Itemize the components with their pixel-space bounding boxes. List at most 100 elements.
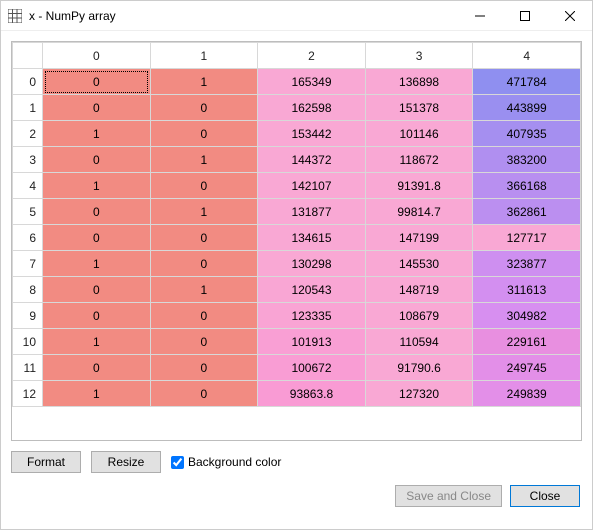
table-row: 600134615147199127717 bbox=[13, 225, 581, 251]
table-cell[interactable]: 0 bbox=[43, 355, 151, 381]
table-cell[interactable]: 1 bbox=[43, 173, 151, 199]
row-header[interactable]: 12 bbox=[13, 381, 43, 407]
table-cell[interactable]: 120543 bbox=[258, 277, 366, 303]
close-window-button[interactable] bbox=[547, 1, 592, 31]
array-table[interactable]: 01234 0011653491368984717841001625981513… bbox=[12, 42, 581, 407]
row-header[interactable]: 11 bbox=[13, 355, 43, 381]
table-cell[interactable]: 147199 bbox=[365, 225, 473, 251]
table-row: 121093863.8127320249839 bbox=[13, 381, 581, 407]
table-cell[interactable]: 0 bbox=[150, 329, 258, 355]
row-header[interactable]: 3 bbox=[13, 147, 43, 173]
table-cell[interactable]: 0 bbox=[150, 225, 258, 251]
table-cell[interactable]: 0 bbox=[150, 251, 258, 277]
table-cell[interactable]: 144372 bbox=[258, 147, 366, 173]
table-cell[interactable]: 136898 bbox=[365, 69, 473, 95]
maximize-button[interactable] bbox=[502, 1, 547, 31]
table-row: 301144372118672383200 bbox=[13, 147, 581, 173]
table-cell[interactable]: 0 bbox=[43, 303, 151, 329]
table-cell[interactable]: 249745 bbox=[473, 355, 581, 381]
dialog-buttons: Save and Close Close bbox=[1, 479, 592, 517]
table-cell[interactable]: 323877 bbox=[473, 251, 581, 277]
table-cell[interactable]: 249839 bbox=[473, 381, 581, 407]
table-cell[interactable]: 145530 bbox=[365, 251, 473, 277]
table-cell[interactable]: 383200 bbox=[473, 147, 581, 173]
table-cell[interactable]: 110594 bbox=[365, 329, 473, 355]
table-cell[interactable]: 153442 bbox=[258, 121, 366, 147]
table-cell[interactable]: 1 bbox=[150, 69, 258, 95]
table-cell[interactable]: 127320 bbox=[365, 381, 473, 407]
table-cell[interactable]: 165349 bbox=[258, 69, 366, 95]
table-cell[interactable]: 151378 bbox=[365, 95, 473, 121]
table-cell[interactable]: 0 bbox=[150, 121, 258, 147]
table-cell[interactable]: 0 bbox=[150, 173, 258, 199]
table-cell[interactable]: 229161 bbox=[473, 329, 581, 355]
table-cell[interactable]: 1 bbox=[150, 277, 258, 303]
table-cell[interactable]: 100672 bbox=[258, 355, 366, 381]
table-cell[interactable]: 304982 bbox=[473, 303, 581, 329]
row-header[interactable]: 5 bbox=[13, 199, 43, 225]
table-cell[interactable]: 101913 bbox=[258, 329, 366, 355]
array-table-scroll[interactable]: 01234 0011653491368984717841001625981513… bbox=[12, 42, 581, 440]
table-cell[interactable]: 142107 bbox=[258, 173, 366, 199]
table-cell[interactable]: 101146 bbox=[365, 121, 473, 147]
table-cell[interactable]: 1 bbox=[150, 147, 258, 173]
row-header[interactable]: 10 bbox=[13, 329, 43, 355]
table-cell[interactable]: 1 bbox=[43, 329, 151, 355]
toolbar: Format Resize Background color bbox=[11, 451, 582, 473]
table-cell[interactable]: 108679 bbox=[365, 303, 473, 329]
table-cell[interactable]: 127717 bbox=[473, 225, 581, 251]
table-cell[interactable]: 1 bbox=[43, 121, 151, 147]
table-cell[interactable]: 131877 bbox=[258, 199, 366, 225]
column-header[interactable]: 4 bbox=[473, 43, 581, 69]
row-header[interactable]: 6 bbox=[13, 225, 43, 251]
background-color-checkbox[interactable]: Background color bbox=[171, 455, 281, 469]
background-color-checkbox-input[interactable] bbox=[171, 456, 184, 469]
table-cell[interactable]: 471784 bbox=[473, 69, 581, 95]
row-header[interactable]: 9 bbox=[13, 303, 43, 329]
table-cell[interactable]: 0 bbox=[43, 147, 151, 173]
table-cell[interactable]: 0 bbox=[150, 303, 258, 329]
table-cell[interactable]: 0 bbox=[43, 225, 151, 251]
close-button[interactable]: Close bbox=[510, 485, 580, 507]
row-header[interactable]: 0 bbox=[13, 69, 43, 95]
table-cell[interactable]: 0 bbox=[43, 199, 151, 225]
table-cell[interactable]: 134615 bbox=[258, 225, 366, 251]
table-cell[interactable]: 91391.8 bbox=[365, 173, 473, 199]
table-cell[interactable]: 1 bbox=[43, 381, 151, 407]
table-cell[interactable]: 0 bbox=[43, 95, 151, 121]
table-cell[interactable]: 99814.7 bbox=[365, 199, 473, 225]
table-cell[interactable]: 0 bbox=[150, 355, 258, 381]
row-header[interactable]: 8 bbox=[13, 277, 43, 303]
table-cell[interactable]: 93863.8 bbox=[258, 381, 366, 407]
table-cell[interactable]: 1 bbox=[150, 199, 258, 225]
table-cell[interactable]: 1 bbox=[43, 251, 151, 277]
row-header[interactable]: 4 bbox=[13, 173, 43, 199]
table-cell[interactable]: 0 bbox=[43, 69, 151, 95]
table-cell[interactable]: 162598 bbox=[258, 95, 366, 121]
table-cell[interactable]: 407935 bbox=[473, 121, 581, 147]
table-cell[interactable]: 362861 bbox=[473, 199, 581, 225]
table-cell[interactable]: 443899 bbox=[473, 95, 581, 121]
table-cell[interactable]: 118672 bbox=[365, 147, 473, 173]
resize-button[interactable]: Resize bbox=[91, 451, 161, 473]
minimize-button[interactable] bbox=[457, 1, 502, 31]
column-header[interactable]: 3 bbox=[365, 43, 473, 69]
row-header[interactable]: 1 bbox=[13, 95, 43, 121]
table-cell[interactable]: 130298 bbox=[258, 251, 366, 277]
table-cell[interactable]: 0 bbox=[150, 95, 258, 121]
column-header[interactable]: 2 bbox=[258, 43, 366, 69]
table-row: 210153442101146407935 bbox=[13, 121, 581, 147]
table-cell[interactable]: 0 bbox=[43, 277, 151, 303]
table-cell[interactable]: 0 bbox=[150, 381, 258, 407]
row-header[interactable]: 2 bbox=[13, 121, 43, 147]
table-cell[interactable]: 123335 bbox=[258, 303, 366, 329]
column-header[interactable]: 1 bbox=[150, 43, 258, 69]
row-header[interactable]: 7 bbox=[13, 251, 43, 277]
table-cell[interactable]: 91790.6 bbox=[365, 355, 473, 381]
save-and-close-button[interactable]: Save and Close bbox=[395, 485, 502, 507]
table-cell[interactable]: 366168 bbox=[473, 173, 581, 199]
format-button[interactable]: Format bbox=[11, 451, 81, 473]
table-cell[interactable]: 148719 bbox=[365, 277, 473, 303]
table-cell[interactable]: 311613 bbox=[473, 277, 581, 303]
column-header[interactable]: 0 bbox=[43, 43, 151, 69]
